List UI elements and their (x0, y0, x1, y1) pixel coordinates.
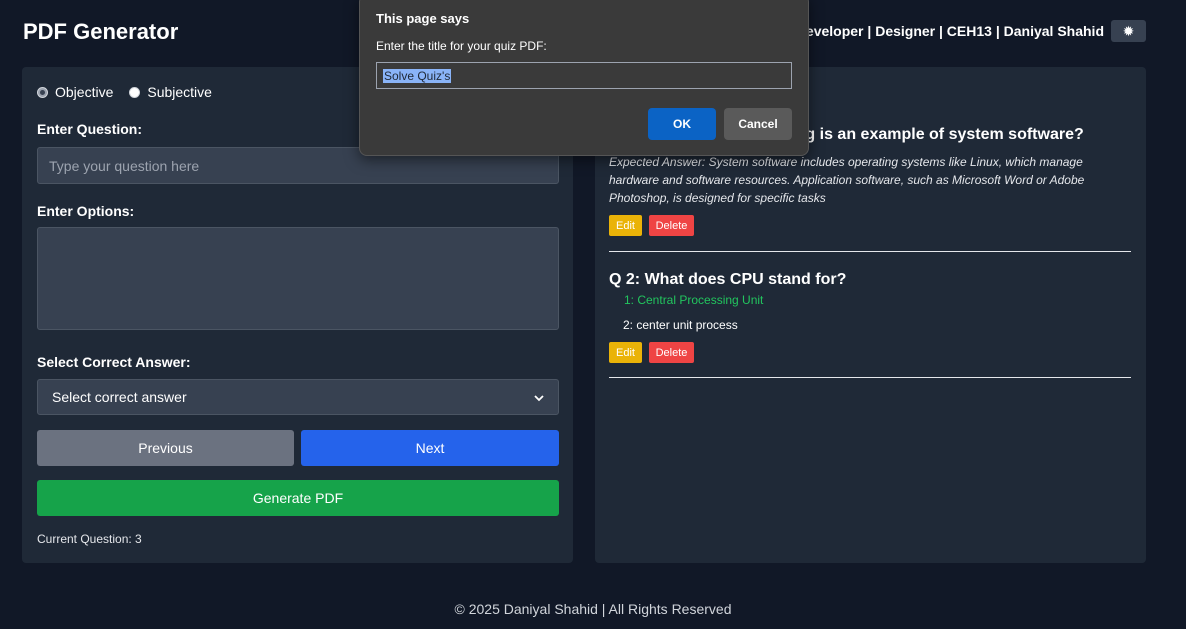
correct-answer-select[interactable]: Select correct answer (37, 379, 559, 415)
next-button[interactable]: Next (301, 430, 559, 466)
answer-label: Select Correct Answer: (37, 354, 191, 370)
question-2-title: Q 2: What does CPU stand for? (609, 271, 847, 288)
objective-radio[interactable] (37, 86, 48, 98)
question-2-edit-button[interactable]: Edit (609, 342, 642, 363)
cancel-button[interactable]: Cancel (724, 108, 792, 140)
question-divider (609, 251, 1131, 252)
question-1-delete-button[interactable]: Delete (649, 215, 694, 236)
dialog-input-value: Solve Quiz's (383, 69, 452, 83)
chevron-down-icon (534, 389, 544, 405)
dialog-title-input[interactable]: Solve Quiz's (376, 62, 792, 89)
current-question-indicator: Current Question: 3 (37, 532, 142, 546)
theme-toggle-button[interactable]: ✹ (1111, 20, 1146, 42)
subjective-radio-label[interactable]: Subjective (147, 84, 212, 100)
footer-copyright: © 2025 Daniyal Shahid | All Rights Reser… (454, 601, 732, 617)
previous-button[interactable]: Previous (37, 430, 294, 466)
prompt-dialog: This page says Enter the title for your … (359, 0, 809, 156)
generate-pdf-button[interactable]: Generate PDF (37, 480, 559, 516)
header-right: Developer | Designer | CEH13 | Daniyal S… (796, 20, 1146, 42)
subjective-radio[interactable] (129, 86, 141, 98)
dialog-message: Enter the title for your quiz PDF: (376, 39, 547, 53)
options-label: Enter Options: (37, 203, 135, 219)
objective-radio-label[interactable]: Objective (55, 84, 113, 100)
dialog-title: This page says (376, 11, 470, 26)
question-label: Enter Question: (37, 121, 143, 137)
app-title: PDF Generator (23, 19, 179, 44)
question-type-group: Objective Subjective (37, 84, 228, 100)
header-credits: Developer | Designer | CEH13 | Daniyal S… (795, 23, 1104, 39)
gear-icon: ✹ (1122, 22, 1135, 39)
question-1-expected-answer: Expected Answer: System software include… (609, 155, 1085, 205)
correct-answer-value: Select correct answer (52, 389, 187, 405)
question-1-edit-button[interactable]: Edit (609, 215, 642, 236)
options-textarea[interactable] (37, 227, 559, 330)
question-2-delete-button[interactable]: Delete (649, 342, 694, 363)
ok-button[interactable]: OK (648, 108, 716, 140)
question-2-option: 2: center unit process (623, 318, 738, 332)
question-2-option-correct: 1: Central Processing Unit (624, 293, 764, 307)
question-divider (609, 377, 1131, 378)
